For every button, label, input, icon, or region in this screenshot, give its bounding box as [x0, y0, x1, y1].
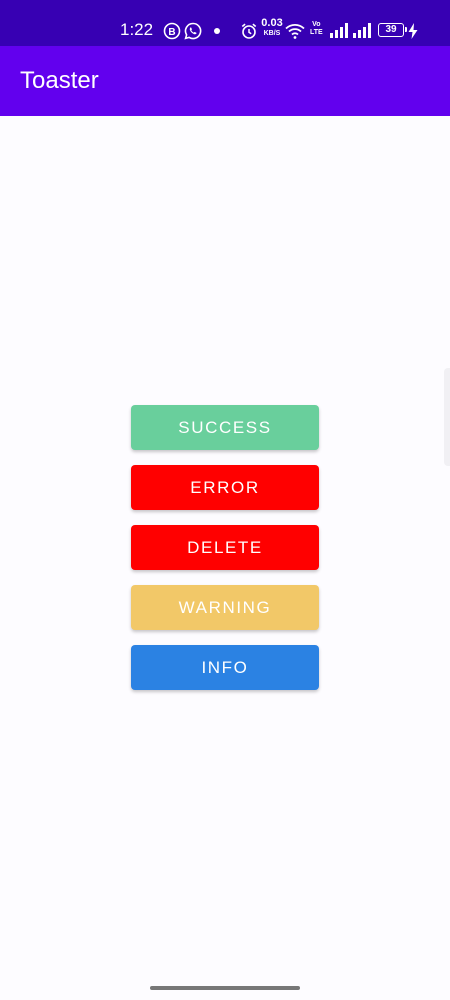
info-button[interactable]: INFO: [131, 645, 319, 690]
alarm-icon: [241, 23, 257, 39]
volte-indicator: Vo LTE: [310, 21, 323, 37]
network-speed: 0.03 KB/S: [259, 17, 285, 38]
network-speed-value: 0.03: [261, 17, 283, 29]
success-button[interactable]: SUCCESS: [131, 405, 319, 450]
error-button[interactable]: ERROR: [131, 465, 319, 510]
svg-text:B: B: [168, 27, 175, 38]
delete-button[interactable]: DELETE: [131, 525, 319, 570]
volte-line2: LTE: [310, 29, 323, 36]
signal-icon: [353, 23, 371, 38]
wifi-icon: [285, 24, 305, 39]
b-notification-icon: B: [163, 22, 181, 40]
dot-icon: [214, 28, 220, 34]
status-time: 1:22: [120, 20, 154, 39]
charging-icon: [408, 23, 418, 39]
app-bar: Toaster: [0, 46, 450, 116]
volte-line1: Vo: [312, 21, 321, 28]
network-speed-unit: KB/S: [263, 30, 281, 37]
battery-icon: 39: [378, 23, 407, 37]
screen: 1:22 B 0.03 KB/S Vo LTE 39 Toaster SUCCE…: [0, 0, 450, 1000]
whatsapp-icon: [184, 22, 202, 40]
status-bar: 1:22 B 0.03 KB/S Vo LTE 39: [0, 0, 450, 46]
edge-panel-handle[interactable]: [444, 368, 450, 466]
warning-button[interactable]: WARNING: [131, 585, 319, 630]
app-title: Toaster: [20, 67, 99, 94]
navigation-gesture-bar[interactable]: [150, 986, 300, 990]
signal-icon: [330, 23, 348, 38]
